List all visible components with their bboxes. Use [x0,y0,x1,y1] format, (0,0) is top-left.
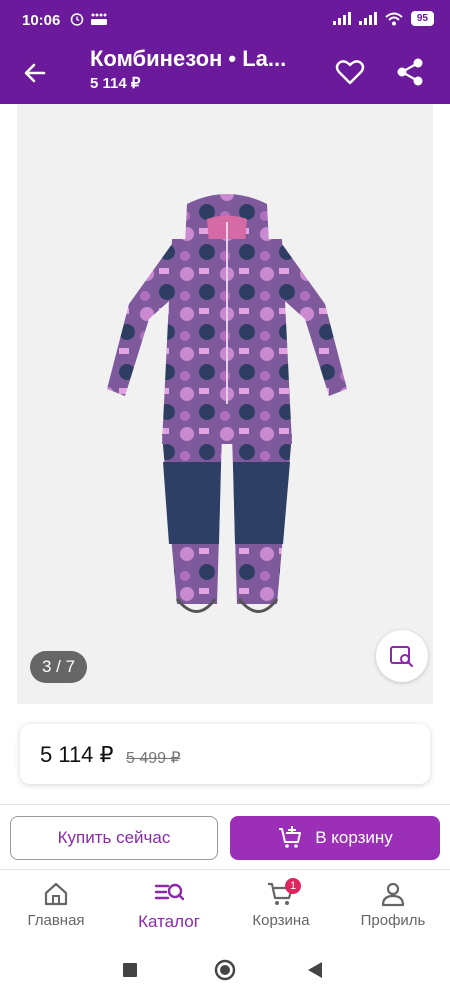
nav-home[interactable]: Главная [6,880,106,929]
app-logo-icon [91,13,107,25]
app-bar: Комбинезон • La... 5 114 ₽ [0,40,450,104]
bottom-navigation: Главная Каталог 1 Корзина Профиль [0,869,450,940]
back-button[interactable] [18,56,52,90]
status-left-icons [70,12,108,26]
current-price: 5 114 ₽ [40,742,114,767]
cart-plus-icon [279,826,302,848]
image-counter: 3 / 7 [30,651,88,683]
alarm-icon [70,13,84,26]
signal-icon [332,12,351,25]
profile-icon [343,880,443,908]
status-right-icons: 95 [332,11,434,26]
share-button[interactable] [393,55,427,89]
status-bar: 10:06 95 [0,0,450,40]
product-image-gallery[interactable]: 3 / 7 [17,104,433,704]
title-block: Комбинезон • La... 5 114 ₽ [90,46,286,92]
recents-button[interactable] [122,962,138,978]
favorite-button[interactable] [333,55,367,89]
add-to-cart-label: В корзину [315,828,393,847]
battery-indicator: 95 [410,11,434,26]
nav-cart-label: Корзина [252,912,310,929]
heart-icon [335,60,365,85]
nav-cart[interactable]: 1 Корзина [231,878,331,929]
image-search-button[interactable] [376,630,428,682]
buy-now-label: Купить сейчас [57,828,171,847]
system-navigation-bar [0,940,450,1000]
back-system-button[interactable] [307,961,323,979]
product-image [107,194,347,613]
price-card: 5 114 ₽ 5 499 ₽ [20,724,430,784]
back-arrow-icon [24,63,46,83]
nav-home-label: Главная [27,912,85,929]
header-price: 5 114 ₽ [90,75,141,92]
buy-now-button[interactable]: Купить сейчас [10,816,218,860]
nav-catalog[interactable]: Каталог [119,880,219,932]
purchase-action-bar: Купить сейчас В корзину [0,804,450,869]
old-price: 5 499 ₽ [126,750,181,767]
cart-icon: 1 [231,878,331,908]
wifi-icon [385,12,403,25]
catalog-search-icon [119,880,219,908]
nav-profile[interactable]: Профиль [343,880,443,929]
status-time: 10:06 [22,12,61,29]
triangle-back-icon [308,962,322,978]
image-search-icon [390,646,413,667]
cart-badge: 1 [285,878,301,894]
circle-icon [214,959,236,981]
nav-catalog-label: Каталог [138,912,200,931]
square-icon [123,963,137,977]
add-to-cart-button[interactable]: В корзину [230,816,440,860]
home-icon [6,880,106,908]
nav-profile-label: Профиль [360,912,426,929]
share-icon [397,58,423,86]
home-system-button[interactable] [214,959,236,981]
page-title: Комбинезон • La... [90,46,287,71]
signal-icon-2 [358,12,377,25]
